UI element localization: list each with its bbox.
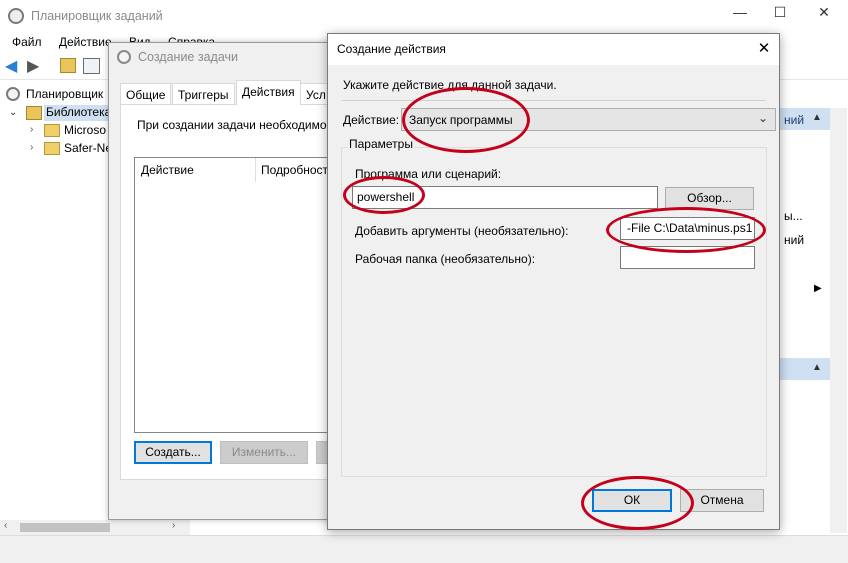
close-button[interactable]: ✕: [804, 4, 844, 26]
scroll-thumb[interactable]: [20, 523, 110, 532]
back-icon[interactable]: ◀: [5, 58, 22, 75]
dialog-close-icon[interactable]: ✕: [753, 38, 775, 60]
tree-library[interactable]: Библиотека: [44, 105, 111, 121]
column-header-details[interactable]: Подробност: [261, 163, 328, 177]
action-label: Действие:: [343, 113, 400, 127]
maximize-button[interactable]: ☐: [760, 4, 800, 26]
tab-actions[interactable]: Действия: [236, 80, 301, 105]
annotation-oval-action: [402, 87, 530, 153]
scheduler-icon: [6, 87, 20, 101]
create-task-title: Создание задачи: [138, 50, 238, 64]
tree-item-safer[interactable]: Safer-Ne: [64, 141, 112, 155]
minimize-button[interactable]: —: [720, 4, 760, 26]
args-label: Добавить аргументы (необязательно):: [355, 224, 569, 238]
expand-arrow-icon[interactable]: ⌄: [9, 107, 17, 118]
collapse-up-icon[interactable]: ▲: [812, 362, 822, 373]
folder-icon: [44, 142, 60, 155]
annotation-oval-program: [343, 176, 425, 214]
workdir-label: Рабочая папка (необязательно):: [355, 252, 536, 266]
scroll-right-icon[interactable]: ›: [172, 520, 175, 531]
actions-header-label: ний: [784, 113, 805, 127]
actions-list[interactable]: [134, 157, 334, 433]
tree-item-microsoft[interactable]: Microso: [64, 123, 106, 137]
folder-icon: [44, 124, 60, 137]
params-label: Параметры: [347, 137, 415, 151]
tab-triggers[interactable]: Триггеры: [172, 83, 235, 105]
scroll-left-icon[interactable]: ‹: [4, 520, 7, 531]
create-task-icon: [117, 50, 131, 64]
menu-action[interactable]: Действие: [59, 35, 112, 49]
edit-button[interactable]: Изменить...: [220, 441, 308, 464]
app-icon: [8, 8, 24, 24]
library-icon: [26, 106, 42, 120]
tree-root[interactable]: Планировщик: [26, 87, 103, 101]
submenu-arrow-icon[interactable]: ▶: [814, 283, 822, 294]
collapse-arrow-icon[interactable]: ›: [30, 124, 33, 135]
column-divider: [255, 158, 256, 182]
right-item-label[interactable]: ы...: [784, 209, 803, 223]
chevron-down-icon: ⌄: [758, 111, 769, 125]
annotation-oval-args: [606, 207, 766, 253]
collapse-arrow-icon[interactable]: ›: [30, 142, 33, 153]
menu-file[interactable]: Файл: [12, 35, 42, 49]
console-tree-icon[interactable]: [83, 58, 100, 74]
task-description: При создании задачи необходимо: [137, 118, 327, 132]
annotation-oval-ok: [581, 476, 694, 530]
collapse-up-icon[interactable]: ▲: [812, 112, 822, 123]
separator: [342, 100, 766, 101]
right-scrollbar[interactable]: [830, 108, 847, 533]
create-action-title: Создание действия: [337, 42, 446, 56]
folder-up-icon[interactable]: [60, 58, 76, 73]
tab-general[interactable]: Общие: [120, 83, 172, 105]
right-item-label[interactable]: ний: [784, 233, 804, 247]
window-title: Планировщик заданий: [31, 9, 163, 23]
status-bar: [0, 535, 848, 563]
actions-subheader: [780, 358, 830, 380]
forward-icon[interactable]: ▶: [27, 58, 44, 75]
column-header-action[interactable]: Действие: [141, 163, 194, 177]
create-button[interactable]: Создать...: [134, 441, 212, 464]
